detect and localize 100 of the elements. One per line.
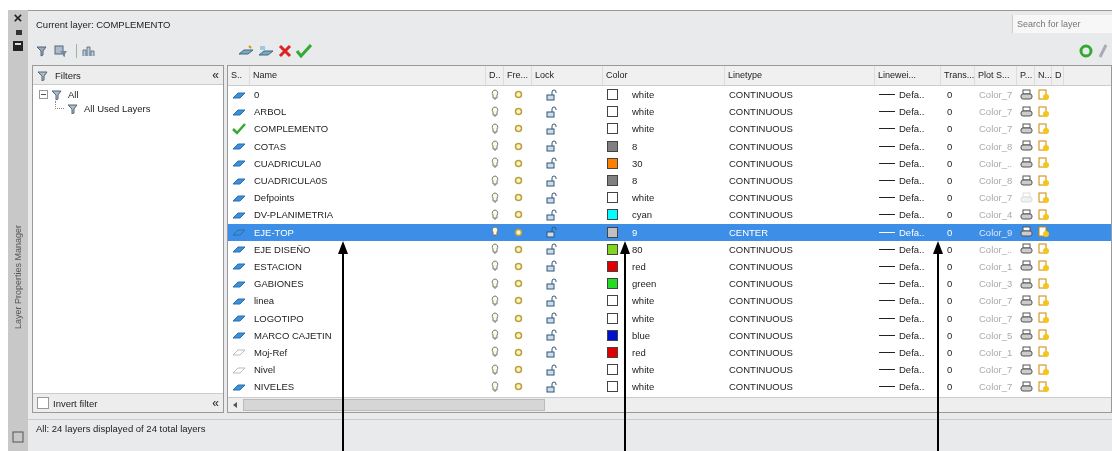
lineweight[interactable]: Defa.. [899,89,925,101]
lightbulb-icon[interactable] [491,277,499,290]
lightbulb-icon[interactable] [491,380,499,393]
lineweight[interactable]: Defa.. [899,312,925,324]
sun-icon[interactable] [512,226,524,238]
color-swatch[interactable] [607,89,618,101]
collapse-button[interactable]: « [212,396,219,410]
scrollbar-thumb[interactable] [243,399,545,411]
linetype[interactable]: CONTINUOUS [729,192,793,204]
linetype[interactable]: CONTINUOUS [729,123,793,135]
printer-icon[interactable] [1019,312,1033,325]
color-swatch[interactable] [607,226,618,238]
printer-icon[interactable] [1019,363,1033,376]
unlocked-padlock-icon[interactable] [546,243,558,256]
layer-row[interactable]: Nivel white CONTINUOUS Defa.. 0 Color_7 [228,361,1111,379]
sun-icon[interactable] [512,278,524,290]
linetype[interactable]: CONTINUOUS [729,209,793,221]
states-manager-icon[interactable] [81,45,95,57]
layer-row[interactable]: linea white CONTINUOUS Defa.. 0 Color_7 [228,292,1111,310]
layer-row[interactable]: Moj-Ref red CONTINUOUS Defa.. 0 Color_1 [228,343,1111,361]
layer-row[interactable]: ARBOL white CONTINUOUS Defa.. 0 Color_7 [228,103,1111,121]
printer-icon[interactable] [1019,157,1033,170]
linetype[interactable]: CONTINUOUS [729,89,793,101]
sun-icon[interactable] [512,260,524,272]
linetype[interactable]: CONTINUOUS [729,140,793,152]
sun-icon[interactable] [512,123,524,135]
unlocked-padlock-icon[interactable] [546,105,558,118]
column-header[interactable]: Color [603,66,725,85]
column-header[interactable]: Linetype [725,66,875,85]
lightbulb-icon[interactable] [491,140,499,153]
layer-row[interactable]: EJE DISEÑO 80 CONTINUOUS Defa.. 0 Color_.. [228,240,1111,258]
collapse-button[interactable]: « [212,68,219,82]
transparency[interactable]: 0 [947,381,953,393]
new-vp-layer-icon[interactable] [258,45,274,57]
color-swatch[interactable] [607,106,618,118]
lightbulb-icon[interactable] [491,294,499,307]
close-button[interactable]: × [13,12,23,24]
lineweight[interactable]: Defa.. [899,192,925,204]
lightbulb-icon[interactable] [491,329,499,342]
column-header[interactable]: D.. [486,66,504,85]
column-header[interactable]: D [1052,66,1064,85]
linetype[interactable]: CONTINUOUS [729,106,793,118]
lineweight[interactable]: Defa.. [899,329,925,341]
column-header[interactable]: Linewei... [875,66,941,85]
sun-icon[interactable] [512,312,524,324]
printer-icon[interactable] [1019,380,1033,393]
layer-row[interactable]: ESTACION red CONTINUOUS Defa.. 0 Color_1 [228,257,1111,276]
printer-icon[interactable] [1019,105,1033,118]
transparency[interactable]: 0 [947,192,953,204]
transparency[interactable]: 0 [947,364,953,376]
transparency[interactable]: 0 [947,243,953,255]
lineweight[interactable]: Defa.. [899,346,925,358]
transparency[interactable]: 0 [947,106,953,118]
column-header[interactable]: N... [1035,66,1052,85]
linetype[interactable]: CONTINUOUS [729,175,793,187]
layer-row[interactable]: MARCO CAJETIN blue CONTINUOUS Defa.. 0 Color_5 [228,326,1111,344]
printer-icon[interactable] [1019,260,1033,273]
unlocked-padlock-icon[interactable] [546,174,558,187]
lightbulb-icon[interactable] [491,312,499,325]
transparency[interactable]: 0 [947,140,953,152]
color-swatch[interactable] [607,329,618,341]
sun-icon[interactable] [512,192,524,204]
lineweight[interactable]: Defa.. [899,295,925,307]
layer-row[interactable]: COMPLEMENTO white CONTINUOUS Defa.. 0 Color_7 [228,120,1111,138]
new-layer-icon[interactable] [238,45,254,57]
color-swatch[interactable] [607,381,618,393]
expander-icon[interactable] [39,89,48,99]
unlocked-padlock-icon[interactable] [546,157,558,170]
transparency[interactable]: 0 [947,175,953,187]
layer-row[interactable]: 0 white CONTINUOUS Defa.. 0 Color_7 [228,86,1111,104]
layer-row[interactable]: DV-PLANIMETRIA cyan CONTINUOUS Defa.. 0 Color_4 [228,206,1111,224]
unlocked-padlock-icon[interactable] [546,208,558,221]
column-header[interactable]: Trans... [941,66,975,85]
lineweight[interactable]: Defa.. [899,381,925,393]
transparency[interactable]: 0 [947,346,953,358]
transparency[interactable]: 0 [947,89,953,101]
lightbulb-icon[interactable] [491,208,499,221]
lightbulb-icon[interactable] [491,346,499,359]
column-header[interactable]: Lock [532,66,603,85]
lineweight[interactable]: Defa.. [899,364,925,376]
sun-icon[interactable] [512,106,524,118]
lightbulb-icon[interactable] [491,243,499,256]
linetype[interactable]: CONTINUOUS [729,243,793,255]
color-swatch[interactable] [607,192,618,204]
unlocked-padlock-icon[interactable] [546,277,558,290]
transparency[interactable]: 0 [947,329,953,341]
unlocked-padlock-icon[interactable] [546,122,558,135]
lineweight[interactable]: Defa.. [899,123,925,135]
sun-icon[interactable] [512,295,524,307]
linetype[interactable]: CONTINUOUS [729,278,793,290]
unlocked-padlock-icon[interactable] [546,363,558,376]
lightbulb-icon[interactable] [491,174,499,187]
printer-icon[interactable] [1019,329,1033,342]
sun-icon[interactable] [512,140,524,152]
color-swatch[interactable] [607,260,618,272]
printer-icon[interactable] [1019,226,1033,239]
linetype[interactable]: CONTINUOUS [729,364,793,376]
lightbulb-icon[interactable] [491,260,499,273]
unlocked-padlock-icon[interactable] [546,191,558,204]
lineweight[interactable]: Defa.. [899,278,925,290]
